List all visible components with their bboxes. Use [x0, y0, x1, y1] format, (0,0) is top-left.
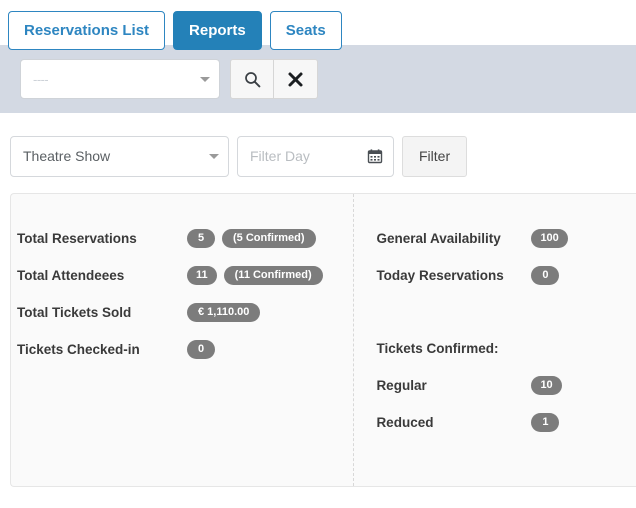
- stat-label: Total Tickets Sold: [17, 305, 132, 320]
- status-badge-note: (11 Confirmed): [223, 266, 323, 285]
- stat-badges: € 1,110.00: [187, 303, 261, 322]
- clear-search-button[interactable]: [274, 59, 318, 99]
- stat-row-general-availability: General Availability 100: [376, 220, 636, 257]
- stat-label: Today Reservations: [376, 268, 504, 283]
- reports-stats-panel: Total Reservations 5 (5 Confirmed) Total…: [10, 193, 636, 487]
- tab-label: Reports: [189, 22, 246, 39]
- filter-day-field[interactable]: Filter Day: [237, 135, 394, 177]
- stat-row-tickets-checked-in: Tickets Checked-in 0: [17, 331, 352, 368]
- chevron-down-icon: [209, 154, 219, 159]
- stat-label: Regular: [376, 378, 427, 393]
- calendar-icon[interactable]: [367, 148, 383, 164]
- tab-seats[interactable]: Seats: [269, 11, 342, 50]
- reservation-search-select[interactable]: ----: [20, 59, 220, 99]
- stat-row-total-attendees: Total Attendeees 11 (11 Confirmed): [17, 257, 352, 294]
- close-icon: [288, 72, 303, 86]
- reservation-search-select-value: ----: [33, 71, 49, 87]
- stat-badges: 5 (5 Confirmed): [187, 229, 316, 248]
- status-badge: 0: [187, 340, 215, 359]
- stat-label: General Availability: [376, 231, 501, 246]
- tickets-confirmed-title: Tickets Confirmed:: [376, 341, 499, 356]
- filter-day-placeholder: Filter Day: [250, 148, 310, 164]
- stat-label: Total Reservations: [17, 231, 137, 246]
- stat-row-total-tickets-sold: Total Tickets Sold € 1,110.00: [17, 294, 352, 331]
- stat-badges: 10: [531, 376, 562, 395]
- stat-row-reduced: Reduced 1: [376, 404, 636, 441]
- status-badge: 10: [531, 376, 562, 395]
- chevron-down-icon: [200, 77, 210, 82]
- stat-label: Tickets Checked-in: [17, 342, 140, 357]
- search-button[interactable]: [230, 59, 274, 99]
- status-badge: 0: [531, 266, 560, 285]
- stats-column-left: Total Reservations 5 (5 Confirmed) Total…: [11, 194, 352, 486]
- filter-button[interactable]: Filter: [402, 135, 468, 177]
- status-badge: 100: [531, 229, 568, 248]
- tab-reservations-list[interactable]: Reservations List: [8, 11, 166, 50]
- stat-badges: 11 (11 Confirmed): [187, 266, 323, 285]
- stat-label: Reduced: [376, 415, 434, 430]
- search-toolbar: ----: [0, 45, 636, 113]
- event-select[interactable]: Theatre Show: [10, 135, 229, 177]
- filter-button-label: Filter: [419, 147, 451, 164]
- stats-column-right: General Availability 100 Today Reservati…: [352, 194, 636, 486]
- stat-row-regular: Regular 10: [376, 367, 636, 404]
- stat-badges: 1: [531, 413, 560, 432]
- tab-label: Reservations List: [24, 22, 150, 39]
- tab-bar: Reservations List Reports Seats: [0, 0, 636, 50]
- tab-label: Seats: [285, 22, 326, 39]
- search-icon: [244, 71, 260, 87]
- status-badge: 11: [187, 266, 217, 285]
- stat-badges: 0: [187, 340, 215, 359]
- status-badge: 1: [531, 413, 560, 432]
- event-select-value: Theatre Show: [23, 148, 111, 164]
- status-badge: 5: [187, 229, 215, 248]
- stat-row-today-reservations: Today Reservations 0: [376, 257, 636, 294]
- status-badge: € 1,110.00: [187, 303, 261, 322]
- column-divider: [353, 194, 354, 486]
- status-badge-note: (5 Confirmed): [222, 229, 316, 248]
- tab-reports[interactable]: Reports: [173, 11, 262, 50]
- filter-toolbar: Theatre Show Filter Day Filter: [0, 113, 636, 183]
- stat-label: Total Attendeees: [17, 268, 125, 283]
- stat-badges: 0: [531, 266, 560, 285]
- stat-badges: 100: [531, 229, 568, 248]
- stat-row-total-reservations: Total Reservations 5 (5 Confirmed): [17, 220, 352, 257]
